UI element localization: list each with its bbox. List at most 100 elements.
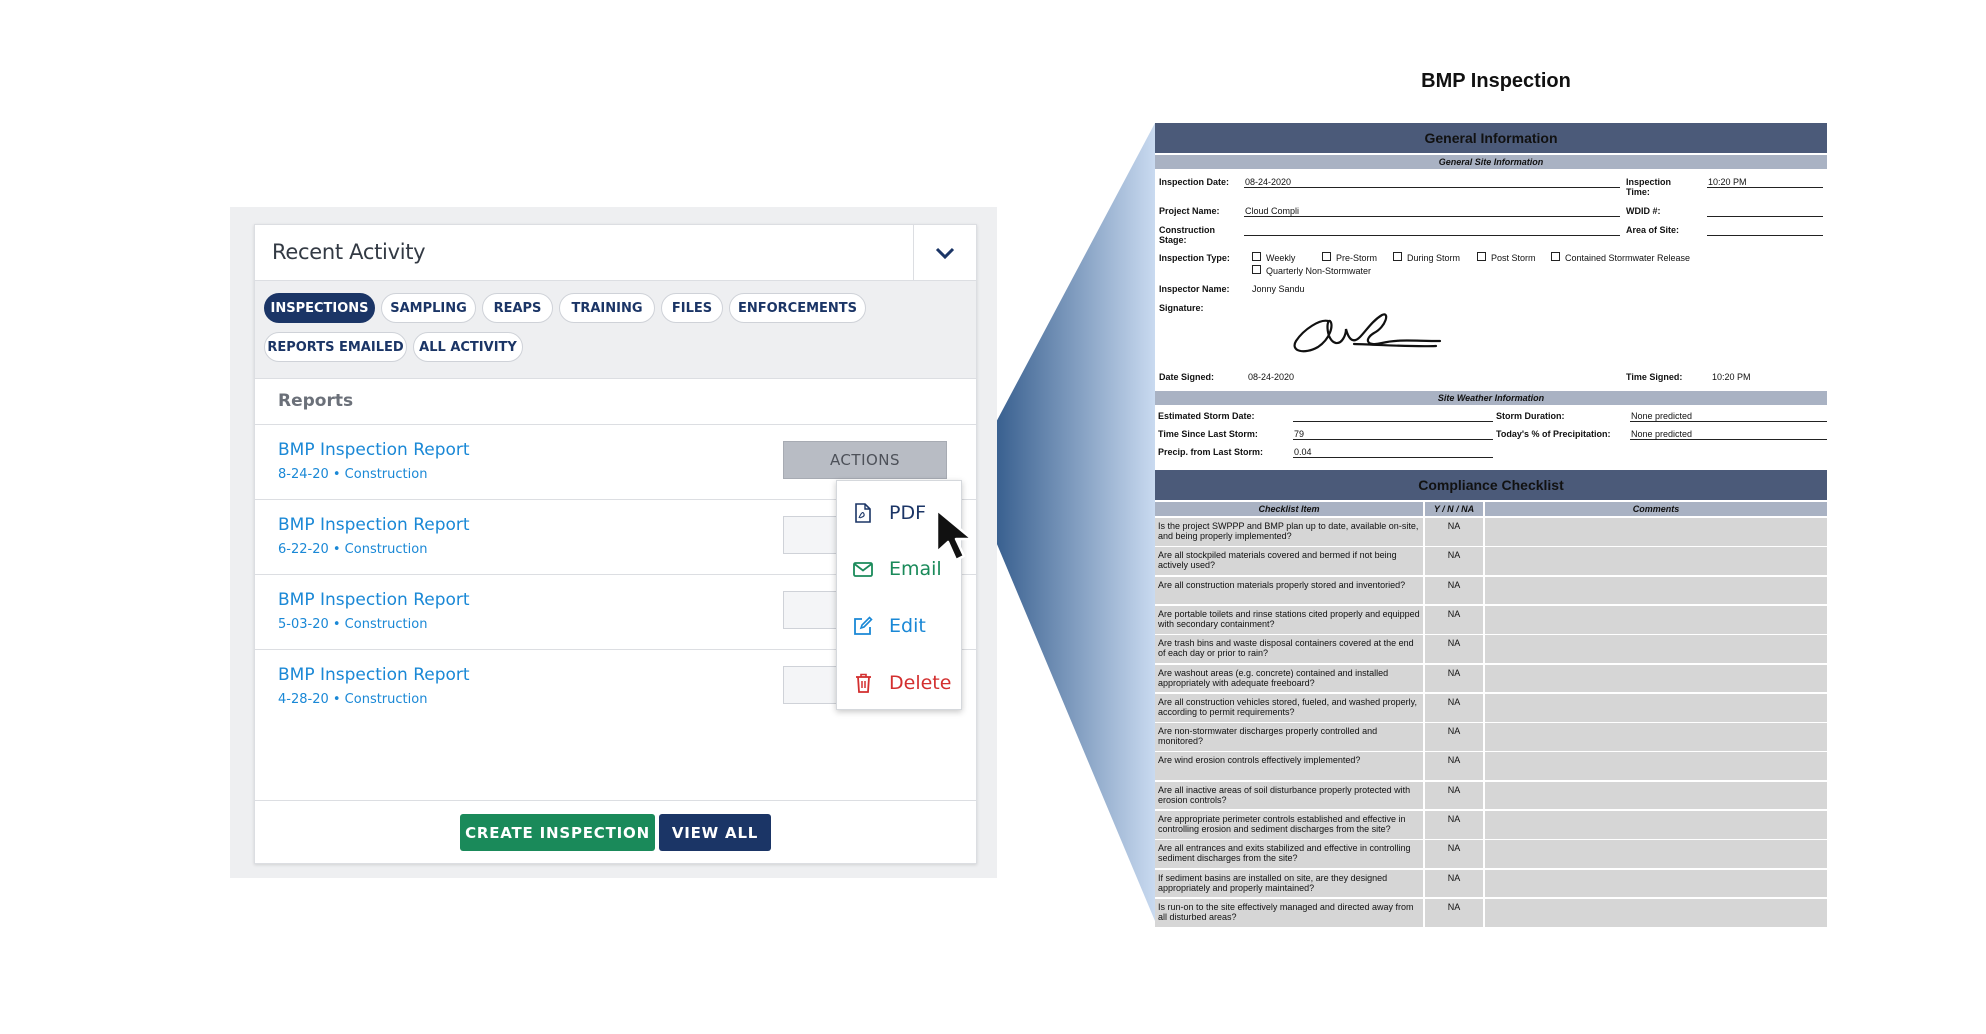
- site-info-subheader: General Site Information: [1155, 155, 1827, 169]
- envelope-icon: [853, 559, 873, 579]
- trash-icon: [853, 673, 873, 693]
- checklist-comment: [1485, 693, 1827, 722]
- underline: [1293, 421, 1493, 422]
- checklist-answer: NA: [1425, 576, 1483, 605]
- signature-image: [1293, 313, 1442, 353]
- checklist-item: Are all construction vehicles stored, fu…: [1155, 693, 1423, 722]
- tab-enforcements[interactable]: ENFORCEMENTS: [729, 293, 866, 323]
- precip-last-value: 0.04: [1294, 447, 1312, 457]
- checkbox-label: During Storm: [1407, 253, 1461, 263]
- checkbox-label: Contained Stormwater Release: [1565, 253, 1691, 263]
- checklist-item: Is the project SWPPP and BMP plan up to …: [1155, 518, 1423, 546]
- underline: [1244, 187, 1620, 188]
- checklist-item: Are appropriate perimeter controls estab…: [1155, 811, 1423, 839]
- checkbox[interactable]: [1551, 252, 1560, 261]
- menu-item-label: Edit: [889, 615, 926, 637]
- checklist-answer: NA: [1425, 898, 1483, 927]
- checklist-answer: NA: [1425, 723, 1483, 751]
- checklist-comment: [1485, 635, 1827, 663]
- underline: [1293, 439, 1493, 440]
- underline: [1707, 216, 1823, 217]
- checklist-item: Are all stockpiled materials covered and…: [1155, 547, 1423, 576]
- tab-reports-emailed[interactable]: REPORTS EMAILED: [264, 332, 407, 362]
- checkbox-label: Post Storm: [1491, 253, 1536, 263]
- inspection-time-value: 10:20 PM: [1708, 177, 1747, 187]
- checklist-answer: NA: [1425, 752, 1483, 781]
- document-title: BMP Inspection: [1421, 70, 1571, 92]
- checklist-answer: NA: [1425, 635, 1483, 663]
- report-title-link[interactable]: BMP Inspection Report: [278, 515, 470, 535]
- reports-section-header: Reports: [255, 379, 976, 425]
- menu-item-edit[interactable]: Edit: [837, 606, 961, 646]
- checkbox[interactable]: [1252, 252, 1261, 261]
- checklist-item: Are non-stormwater discharges properly c…: [1155, 723, 1423, 751]
- report-title-link[interactable]: BMP Inspection Report: [278, 590, 470, 610]
- field-label: Time Since Last Storm:: [1158, 429, 1258, 439]
- field-label: Inspection Time:: [1626, 177, 1672, 197]
- pdf-file-icon: [853, 503, 873, 523]
- tab-training[interactable]: TRAINING: [559, 293, 655, 323]
- checkbox[interactable]: [1393, 252, 1402, 261]
- checklist-answer: NA: [1425, 664, 1483, 693]
- checklist-comment: [1485, 576, 1827, 605]
- card-title: Recent Activity: [272, 240, 426, 264]
- checklist-comment: [1485, 664, 1827, 693]
- field-label: Signature:: [1159, 303, 1204, 313]
- underline: [1630, 439, 1827, 440]
- report-subtitle: 5-03-20 • Construction: [278, 617, 428, 632]
- time-since-value: 79: [1294, 429, 1305, 439]
- checklist-answer: NA: [1425, 869, 1483, 898]
- actions-button[interactable]: [783, 666, 843, 704]
- checkbox[interactable]: [1252, 265, 1261, 274]
- menu-item-delete[interactable]: Delete: [837, 663, 961, 703]
- field-label: Area of Site:: [1626, 225, 1680, 235]
- checklist-answer: NA: [1425, 605, 1483, 634]
- inspection-document: General Information General Site Informa…: [1155, 123, 1827, 927]
- checkbox[interactable]: [1477, 252, 1486, 261]
- report-subtitle: 6-22-20 • Construction: [278, 542, 428, 557]
- project-name-value: Cloud Compli: [1245, 206, 1300, 216]
- report-title-link[interactable]: BMP Inspection Report: [278, 440, 470, 460]
- precip-pct-value: None predicted: [1631, 429, 1693, 439]
- checklist-item: If sediment basins are installed on site…: [1155, 869, 1423, 898]
- underline: [1707, 187, 1823, 188]
- checklist-item: Are wind erosion controls effectively im…: [1155, 752, 1423, 781]
- create-inspection-button[interactable]: CREATE INSPECTION: [460, 814, 655, 851]
- field-label: Construction Stage:: [1159, 225, 1215, 245]
- actions-button[interactable]: ACTIONS: [783, 441, 947, 479]
- checkbox-label: Weekly: [1266, 253, 1296, 263]
- checklist-item: Are washout areas (e.g. concrete) contai…: [1155, 664, 1423, 693]
- tab-files[interactable]: FILES: [661, 293, 723, 323]
- view-all-button[interactable]: VIEW ALL: [659, 814, 771, 851]
- field-label: Storm Duration:: [1496, 411, 1565, 421]
- checkbox[interactable]: [1322, 252, 1331, 261]
- underline: [1293, 457, 1493, 458]
- tabs-bar: INSPECTIONS SAMPLING REAPS TRAINING FILE…: [255, 281, 976, 379]
- storm-duration-value: None predicted: [1631, 411, 1693, 421]
- checklist-comment: [1485, 869, 1827, 898]
- checkbox-label: Quarterly Non-Stormwater: [1266, 266, 1372, 276]
- actions-button[interactable]: [783, 591, 843, 629]
- field-label: Project Name:: [1159, 206, 1220, 216]
- field-label: Precip. from Last Storm:: [1158, 447, 1264, 457]
- underline: [1244, 216, 1620, 217]
- col-header-item: Checklist Item: [1155, 502, 1423, 516]
- tab-sampling[interactable]: SAMPLING: [381, 293, 476, 323]
- report-title-link[interactable]: BMP Inspection Report: [278, 665, 470, 685]
- collapse-button[interactable]: [913, 225, 976, 280]
- field-label: Date Signed:: [1159, 372, 1215, 382]
- general-information-header: General Information: [1155, 123, 1827, 153]
- actions-button[interactable]: [783, 516, 843, 554]
- checklist-comment: [1485, 840, 1827, 869]
- checklist-comment: [1485, 781, 1827, 810]
- underline: [1244, 235, 1620, 236]
- tab-inspections[interactable]: INSPECTIONS: [264, 293, 375, 323]
- tab-all-activity[interactable]: ALL ACTIVITY: [413, 332, 523, 362]
- mouse-pointer-icon: [935, 508, 974, 562]
- field-label: Inspection Date:: [1159, 177, 1230, 187]
- checklist-comment: [1485, 752, 1827, 781]
- tab-reaps[interactable]: REAPS: [482, 293, 553, 323]
- field-label: Estimated Storm Date:: [1158, 411, 1255, 421]
- checklist-comment: [1485, 723, 1827, 751]
- chevron-down-icon: [935, 247, 955, 259]
